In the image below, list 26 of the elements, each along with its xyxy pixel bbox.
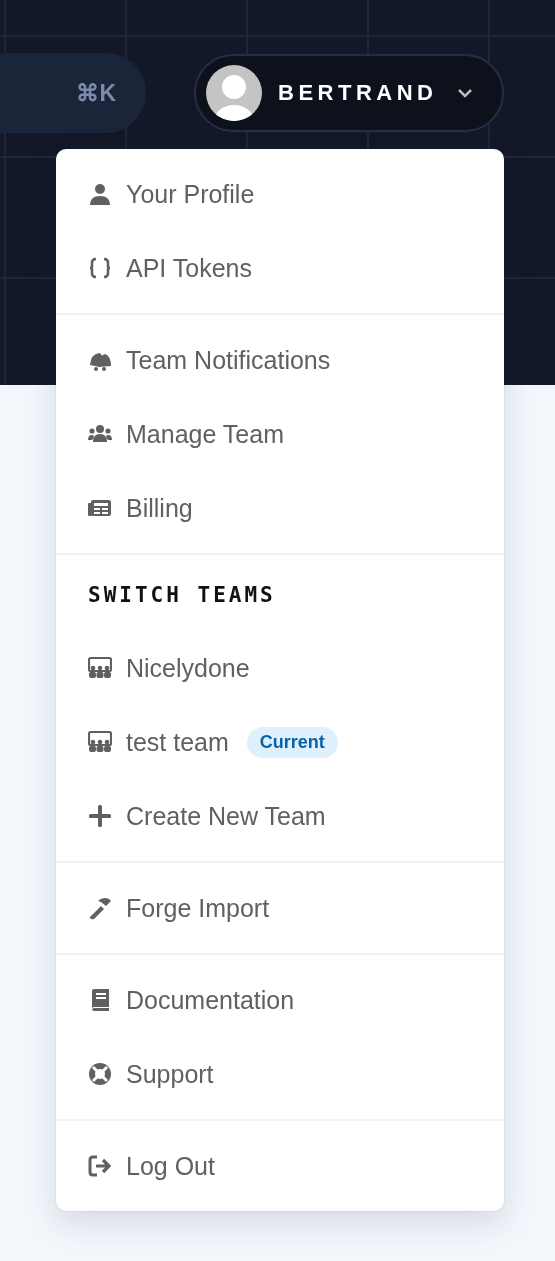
menu-item[interactable]: API Tokens (56, 231, 504, 305)
menu-item[interactable]: Team Notifications (56, 323, 504, 397)
menu-item[interactable]: Documentation (56, 963, 504, 1037)
logout-icon (88, 1154, 112, 1178)
menu-item[interactable]: Create New Team (56, 779, 504, 853)
hammer-icon (88, 896, 112, 920)
user-menu-button[interactable]: BERTRAND (194, 54, 504, 132)
section-heading: SWITCH TEAMS (87, 582, 277, 609)
menu-item[interactable]: Your Profile (56, 157, 504, 231)
menu-item[interactable]: Nicelydone (56, 631, 504, 705)
lifebuoy-icon (88, 1062, 112, 1086)
user-icon (88, 182, 112, 206)
current-badge: Current (246, 726, 338, 758)
search-button[interactable]: ⌘K (0, 53, 146, 133)
team-icon (88, 656, 112, 680)
menu-item[interactable]: Forge Import (56, 871, 504, 945)
menu-item[interactable]: Support (56, 1037, 504, 1111)
menu-item[interactable]: Manage Team (56, 397, 504, 471)
braces-icon (88, 256, 112, 280)
plus-icon (88, 804, 112, 828)
team-icon (88, 730, 112, 754)
menu-item[interactable]: test team Current (56, 705, 504, 779)
avatar-icon (206, 65, 262, 121)
chevron-icon (457, 88, 474, 98)
menu-item[interactable]: Log Out (56, 1129, 504, 1203)
menu-item[interactable]: Billing (56, 471, 504, 545)
